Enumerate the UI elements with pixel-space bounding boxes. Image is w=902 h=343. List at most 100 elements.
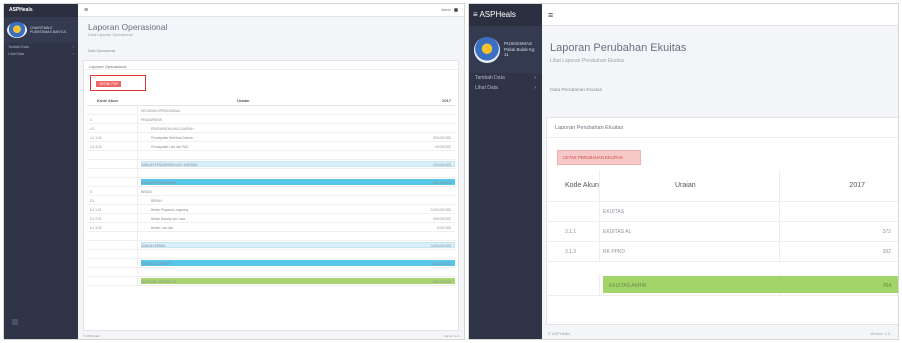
page-subtitle: Lihat Laporan Perubahan Ekuitas <box>550 58 625 64</box>
cell-uraian: Beban Barang dan Jasa <box>151 217 186 221</box>
table-row: 5.1 BEBAN <box>87 196 455 205</box>
table-row: EKUITAS AKHIR 764 <box>547 274 898 296</box>
cell-uraian: BEBAN <box>151 199 162 203</box>
report-table: Kode Akun Uraian 2017 EKUITAS 3.1.1 EKUITA… <box>547 170 898 296</box>
column-divider <box>599 242 600 261</box>
column-header-year: 2017 <box>442 98 451 103</box>
hamburger-menu-icon[interactable]: ≡ <box>84 7 88 14</box>
sidebar-item-tambah-data[interactable]: Tambah Data › <box>469 73 542 83</box>
cell-kode-akun: 4.1.1.04 <box>90 136 102 140</box>
cell-kode-akun: 5.1.2.02 <box>90 217 102 221</box>
column-divider <box>137 142 138 150</box>
sidebar-item-label: Lihat Data <box>8 52 24 56</box>
table-row <box>87 268 455 277</box>
sidebar-user-panel: PUSKESMAS Pakai Bulak Kg 11 <box>469 26 542 73</box>
screenshot-laporan-perubahan-ekuitas: ≡ ASPHeals PUSKESMAS Pakai Bulak Kg 11 T… <box>468 3 899 340</box>
column-header-uraian: Uraian <box>237 98 250 103</box>
column-header-kode-akun: Kode Akun <box>97 98 118 103</box>
cell-uraian: EKUITAS <box>603 209 625 215</box>
column-divider <box>137 160 138 168</box>
print-pdf-button-highlight[interactable]: CETAK PDF <box>90 75 146 91</box>
cell-nilai: 0.000.000.000 <box>430 244 451 248</box>
print-equity-button[interactable]: CETAK PERUBAHAN EKUITAS <box>557 150 641 165</box>
cell-nilai: 0.000.000.000 <box>430 208 451 212</box>
column-divider <box>137 124 138 132</box>
print-equity-button-label: CETAK PERUBAHAN EKUITAS <box>563 155 623 160</box>
cell-nilai: 000.000.000 <box>433 163 451 167</box>
sidebar-brand[interactable]: ASPHeals <box>4 4 78 17</box>
sidebar-user-name: PUSKESMAS Pakai Bulak Kg 11 <box>504 41 535 58</box>
cell-uraian: EKUITAS AKHIR <box>609 283 647 289</box>
cell-uraian: EKUITAS AL <box>603 229 632 235</box>
column-divider <box>137 268 138 276</box>
chevron-right-icon: › <box>534 85 536 91</box>
page-title: Laporan Operasional <box>88 22 168 32</box>
table-row: EKUITAS <box>547 202 898 222</box>
sidebar-item-lihat-data[interactable]: Lihat Data › <box>469 83 542 93</box>
table-row <box>547 262 898 274</box>
sidebar-item-label: Tambah Data <box>8 45 29 49</box>
sidebar-item-tambah-data[interactable]: Tambah Data › <box>4 43 78 50</box>
cell-nilai: 000.000.000 <box>433 181 451 185</box>
column-divider <box>137 151 138 159</box>
table-row: JUMLAH PENDAPATAN ASLI DAERAH 000.000.000 <box>87 160 455 169</box>
cell-nilai: 0.000.000 <box>436 226 451 230</box>
cell-uraian: JUMLAH BEBAN <box>141 244 166 248</box>
cell-uraian: Pendapatan Lain-lain PAD <box>151 145 189 149</box>
cell-nilai: 392 <box>882 249 891 255</box>
column-divider <box>137 259 138 267</box>
user-menu[interactable]: Admin <box>441 8 458 12</box>
page-subtitle: Lihat Laporan Operasional <box>88 33 133 37</box>
composite-figure: ASPHeals CHAIRITABLE PUSKESMAS BANTUL Ta… <box>0 0 902 343</box>
cell-uraian: Pendapatan Retribusi Daerah <box>151 136 193 140</box>
sidebar-brand[interactable]: ≡ ASPHeals <box>469 4 542 26</box>
cell-kode-akun: 4 <box>90 118 92 122</box>
sidebar-item-label: Tambah Data <box>475 75 505 81</box>
table-row: 4.1.4.16 Pendapatan Lain-lain PAD 00.000.0… <box>87 142 455 151</box>
column-divider <box>137 169 138 177</box>
chevron-right-icon: › <box>72 45 74 49</box>
column-header-year: 2017 <box>849 182 865 189</box>
report-panel: Laporan Operasional CETAK PDF Kode Akun … <box>83 60 459 331</box>
breadcrumb[interactable]: Data Operasional <box>78 49 464 53</box>
breadcrumb[interactable]: Data Perubahan Ekuitas <box>542 88 898 93</box>
avatar <box>474 36 500 63</box>
sidebar: ASPHeals CHAIRITABLE PUSKESMAS BANTUL Ta… <box>4 4 78 339</box>
column-divider <box>137 187 138 195</box>
top-bar: ≡ Admin <box>78 4 464 17</box>
cell-uraian: JUMLAH PENDAPATAN <box>141 181 176 185</box>
cell-nilai: 764 <box>882 283 891 289</box>
table-row: 5.1.1.01 Beban Pegawai Langsung 0.000.000.… <box>87 205 455 214</box>
cell-kode-akun: 4.1.4.16 <box>90 145 102 149</box>
page-title: Laporan Perubahan Ekuitas <box>550 42 687 54</box>
table-header: Kode Akun Uraian 2017 <box>547 170 898 202</box>
page-header: Laporan Operasional Lihat Laporan Operas… <box>78 17 464 37</box>
cell-uraian: PENDAPATAN <box>141 118 162 122</box>
footer-copyright: © ASPHeals <box>548 331 571 336</box>
table-row: JUMLAH PENDAPATAN 000.000.000 <box>87 178 455 187</box>
footer: © ASPHeals Version 1.0 <box>83 334 459 338</box>
settings-icon[interactable] <box>12 319 18 325</box>
footer-version: Version 1.0 <box>443 334 459 338</box>
table-row: 4.1.1.04 Pendapatan Retribusi Daerah 000.0… <box>87 133 455 142</box>
table-row <box>87 232 455 241</box>
sidebar-item-lihat-data[interactable]: Lihat Data › <box>4 50 78 57</box>
user-icon <box>454 8 458 12</box>
table-header: Kode Akun Uraian 2017 <box>87 94 455 106</box>
hamburger-menu-icon[interactable]: ≡ <box>548 10 553 20</box>
table-row: SURPLUS / DEFISIT 000.000.000 <box>87 259 455 268</box>
column-divider <box>599 170 600 201</box>
table-row: 4.1 PENDAPATAN ASLI DAERAH <box>87 124 455 133</box>
column-divider <box>137 223 138 231</box>
column-divider <box>137 196 138 204</box>
cell-uraian: RK PPKD <box>603 249 625 255</box>
cell-kode-akun: 3.1.1 <box>565 229 577 235</box>
cell-uraian: JUMLAH PENDAPATAN ASLI DAERAH <box>141 163 198 167</box>
screenshot-laporan-operasional: ASPHeals CHAIRITABLE PUSKESMAS BANTUL Ta… <box>3 3 465 340</box>
print-pdf-button[interactable]: CETAK PDF <box>96 81 122 87</box>
avatar <box>7 22 27 38</box>
column-divider <box>599 274 600 295</box>
main-content: ≡ Admin Laporan Operasional Lihat Lapora… <box>78 4 464 339</box>
sidebar-user-name: CHAIRITABLE PUSKESMAS BANTUL <box>30 26 67 34</box>
column-divider <box>137 205 138 213</box>
